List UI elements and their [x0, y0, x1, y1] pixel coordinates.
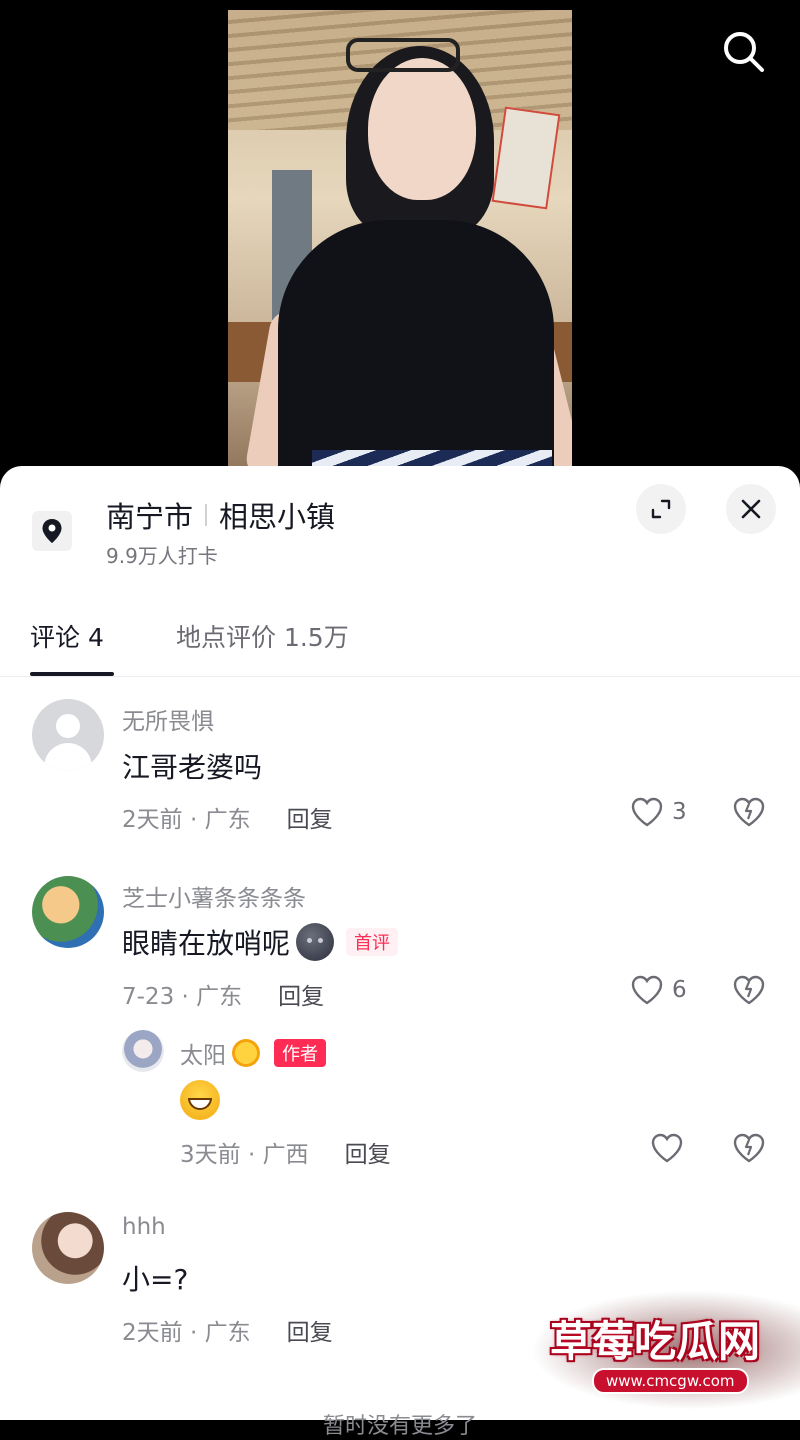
- no-more-comments-text: 暂时没有更多了: [322, 1414, 477, 1439]
- comment-username[interactable]: 芝士小薯条条条条: [122, 879, 306, 913]
- reply-username-row: 太阳 作者: [180, 1036, 326, 1070]
- dislike-button[interactable]: [732, 796, 766, 832]
- like-button[interactable]: 3: [630, 796, 687, 828]
- video-frame: [228, 10, 572, 480]
- location-city: 南宁市: [106, 500, 194, 534]
- title-divider: [205, 504, 208, 526]
- sun-emoji-icon: [232, 1039, 260, 1067]
- expand-button[interactable]: [636, 484, 686, 534]
- comment-time-location: 2天前 · 广东: [122, 1320, 251, 1346]
- reply-button[interactable]: 回复: [345, 1135, 391, 1169]
- search-icon: [724, 32, 764, 72]
- dislike-button[interactable]: [732, 1132, 766, 1168]
- reply-button[interactable]: 回复: [278, 977, 324, 1011]
- watermark: 草莓吃瓜网 www.cmcgw.com: [530, 1290, 800, 1410]
- location-pin-icon: [42, 519, 62, 543]
- like-button[interactable]: [650, 1132, 684, 1164]
- comment-text-row: 眼睛在放哨呢 首评: [122, 922, 399, 962]
- like-button[interactable]: 6: [630, 974, 687, 1006]
- dark-moon-emoji-icon: [296, 923, 335, 961]
- reply-button[interactable]: 回复: [287, 800, 333, 834]
- comment-username[interactable]: hhh: [122, 1214, 166, 1240]
- active-tab-indicator: [30, 672, 114, 676]
- close-icon: [741, 499, 761, 519]
- heart-icon: [631, 975, 663, 1005]
- expand-icon: [651, 499, 671, 519]
- like-count: 6: [672, 977, 687, 1003]
- tab-comments[interactable]: 评论 4: [30, 618, 104, 654]
- comment-time-location: 7-23 · 广东: [122, 984, 243, 1010]
- heart-icon: [631, 797, 663, 827]
- tab-bar: 评论 4 地点评价 1.5万: [0, 596, 800, 677]
- comment-time-location: 2天前 · 广东: [122, 807, 251, 833]
- sunglasses: [346, 38, 460, 72]
- comment-sheet: 南宁市 相思小镇 9.9万人打卡 评论 4 地点评价 1.5万: [0, 466, 800, 1420]
- broken-heart-icon: [733, 1133, 765, 1163]
- avatar-body-shape: [44, 743, 92, 771]
- broken-heart-icon: [733, 797, 765, 827]
- avatar[interactable]: [32, 1212, 104, 1284]
- first-comment-badge: 首评: [346, 928, 399, 956]
- watermark-title: 草莓吃瓜网: [550, 1317, 761, 1366]
- person-head: [368, 58, 476, 200]
- close-button[interactable]: [726, 484, 776, 534]
- search-button[interactable]: [720, 28, 768, 76]
- grin-mouth: [188, 1098, 212, 1110]
- video-player[interactable]: [0, 0, 800, 480]
- person-body: [278, 220, 554, 480]
- background-shelf: [491, 106, 561, 210]
- dislike-button[interactable]: [732, 974, 766, 1010]
- broken-heart-icon: [733, 975, 765, 1005]
- location-place: 相思小镇: [219, 500, 336, 534]
- comment-text: 眼睛在放哨呢: [122, 927, 291, 960]
- avatar[interactable]: [32, 876, 104, 948]
- heart-icon: [651, 1133, 683, 1163]
- grinning-emoji-icon: [180, 1080, 220, 1120]
- author-badge: 作者: [274, 1039, 326, 1067]
- comment-meta: 2天前 · 广东 回复: [122, 1313, 333, 1347]
- checkin-count: 9.9万人打卡: [106, 544, 218, 568]
- comment-text: 小=?: [122, 1263, 189, 1296]
- reply-button[interactable]: 回复: [287, 1313, 333, 1347]
- reply-avatar[interactable]: [122, 1030, 164, 1072]
- avatar-head-shape: [56, 714, 80, 738]
- reply-time-location: 3天前 · 广西: [180, 1142, 309, 1168]
- comment-meta: 7-23 · 广东 回复: [122, 977, 324, 1011]
- location-title: 南宁市 相思小镇: [106, 494, 335, 536]
- reply-meta: 3天前 · 广西 回复: [180, 1135, 391, 1169]
- avatar[interactable]: [32, 699, 104, 771]
- comment-meta: 2天前 · 广东 回复: [122, 800, 333, 834]
- like-count: 3: [672, 799, 687, 825]
- comment-text: 江哥老婆吗: [122, 751, 263, 784]
- comment-username[interactable]: 无所畏惧: [122, 702, 214, 736]
- watermark-url: www.cmcgw.com: [592, 1368, 749, 1394]
- tab-place-reviews[interactable]: 地点评价 1.5万: [176, 618, 349, 654]
- location-pin-badge: [32, 511, 72, 551]
- reply-username[interactable]: 太阳: [180, 1036, 226, 1070]
